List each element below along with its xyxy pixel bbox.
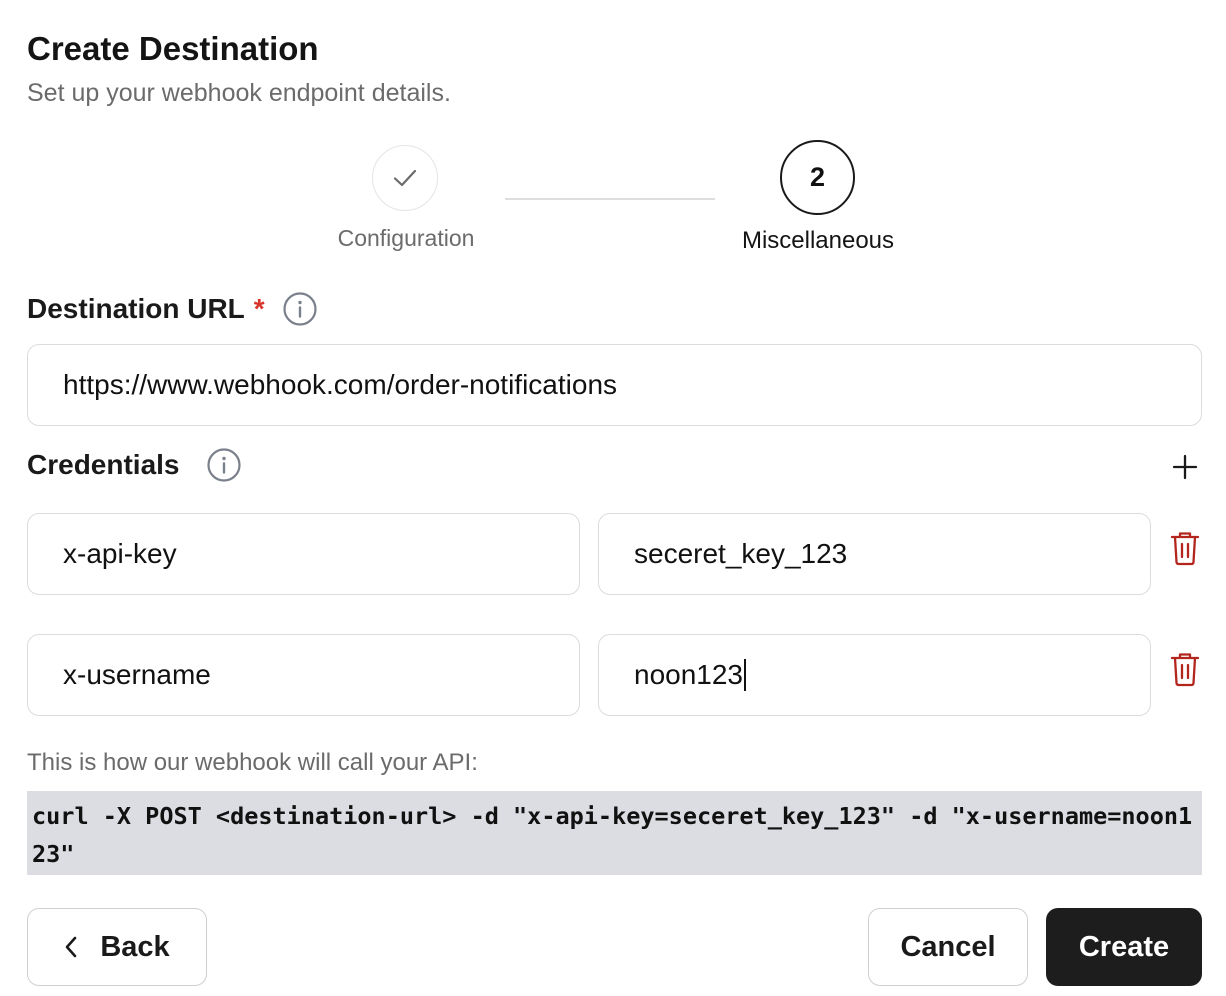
credential-key-value: x-username	[63, 659, 211, 690]
webhook-call-help-text: This is how our webhook will call your A…	[27, 749, 478, 776]
step-miscellaneous-indicator[interactable]: 2	[780, 140, 855, 215]
back-button[interactable]: Back	[27, 908, 207, 986]
create-button-label: Create	[1078, 930, 1170, 963]
delete-credential-button[interactable]	[1168, 528, 1202, 568]
credential-key-input[interactable]: x-api-key	[27, 513, 580, 595]
page-title: Create Destination	[27, 30, 319, 67]
destination-url-value: https://www.webhook.com/order-notificati…	[63, 369, 618, 400]
delete-credential-button[interactable]	[1168, 649, 1202, 689]
add-credential-button[interactable]	[1166, 448, 1204, 486]
create-destination-dialog: Create Destination Set up your webhook e…	[0, 0, 1226, 996]
destination-url-input[interactable]: https://www.webhook.com/order-notificati…	[27, 344, 1202, 426]
back-button-label: Back	[100, 930, 170, 963]
destination-url-label: Destination URL *	[27, 291, 318, 327]
required-marker: *	[253, 293, 265, 324]
credential-key-input[interactable]: x-username	[27, 634, 580, 716]
curl-preview-code: curl -X POST <destination-url> -d "x-api…	[27, 791, 1202, 875]
info-icon[interactable]	[206, 447, 242, 483]
trash-icon	[1170, 532, 1200, 566]
credentials-label-text: Credentials	[27, 449, 180, 480]
credentials-label: Credentials	[27, 447, 242, 483]
credential-value-input[interactable]: seceret_key_123	[598, 513, 1151, 595]
credential-value-text: noon123	[634, 659, 744, 690]
step-miscellaneous-label: Miscellaneous	[741, 227, 895, 254]
info-icon[interactable]	[282, 291, 318, 327]
cancel-button-label: Cancel	[900, 930, 996, 963]
credential-key-value: x-api-key	[63, 538, 177, 569]
page-subtitle: Set up your webhook endpoint details.	[27, 79, 451, 107]
check-icon	[393, 169, 417, 187]
credential-value-text: seceret_key_123	[634, 538, 848, 569]
stepper-connector	[505, 198, 715, 200]
chevron-left-icon	[64, 935, 78, 959]
step-configuration-indicator[interactable]	[372, 145, 438, 211]
create-button[interactable]: Create	[1046, 908, 1202, 986]
trash-icon	[1170, 653, 1200, 687]
text-caret	[744, 659, 747, 691]
cancel-button[interactable]: Cancel	[868, 908, 1028, 986]
step-configuration-label: Configuration	[337, 225, 475, 251]
credential-value-input[interactable]: noon123	[598, 634, 1151, 716]
plus-icon	[1172, 454, 1198, 480]
destination-url-label-text: Destination URL	[27, 293, 245, 324]
